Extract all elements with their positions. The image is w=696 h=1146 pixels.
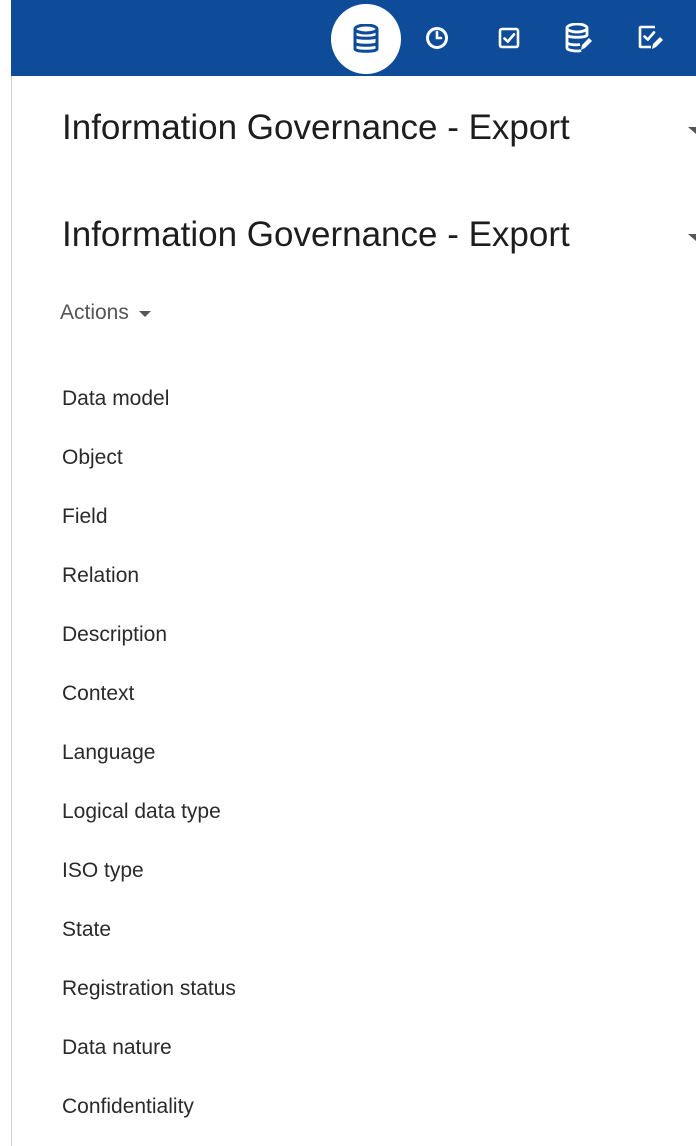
section-dropdown-caret[interactable] <box>688 234 696 241</box>
list-item[interactable]: Logical data type <box>62 798 236 857</box>
top-navigation-bar <box>11 0 696 76</box>
field-list: Data model Object Field Relation Descrip… <box>62 385 236 1146</box>
list-item[interactable]: Description <box>62 621 236 680</box>
actions-label: Actions <box>60 301 129 324</box>
page-title: Information Governance - Export <box>62 108 570 147</box>
list-item[interactable]: Registration status <box>62 975 236 1034</box>
list-item[interactable]: Language <box>62 739 236 798</box>
list-item[interactable]: Data nature <box>62 1034 236 1093</box>
list-item[interactable]: ISO type <box>62 857 236 916</box>
list-item[interactable]: Confidentiality <box>62 1093 236 1146</box>
checkbox-edit-icon[interactable] <box>625 12 677 64</box>
clock-icon[interactable] <box>411 12 463 64</box>
title-dropdown-caret[interactable] <box>688 127 696 134</box>
list-item[interactable]: Data model <box>62 385 236 444</box>
page: Information Governance - Export Informat… <box>0 0 696 1146</box>
list-item[interactable]: Context <box>62 680 236 739</box>
list-item[interactable]: Field <box>62 503 236 562</box>
database-icon[interactable] <box>331 4 401 74</box>
database-edit-icon[interactable] <box>553 12 605 64</box>
left-border <box>11 76 12 1146</box>
list-item[interactable]: State <box>62 916 236 975</box>
section-title: Information Governance - Export <box>62 215 570 254</box>
checkbox-icon[interactable] <box>483 12 535 64</box>
list-item[interactable]: Object <box>62 444 236 503</box>
list-item[interactable]: Relation <box>62 562 236 621</box>
chevron-down-icon <box>138 311 151 317</box>
actions-dropdown[interactable]: Actions <box>60 301 151 325</box>
